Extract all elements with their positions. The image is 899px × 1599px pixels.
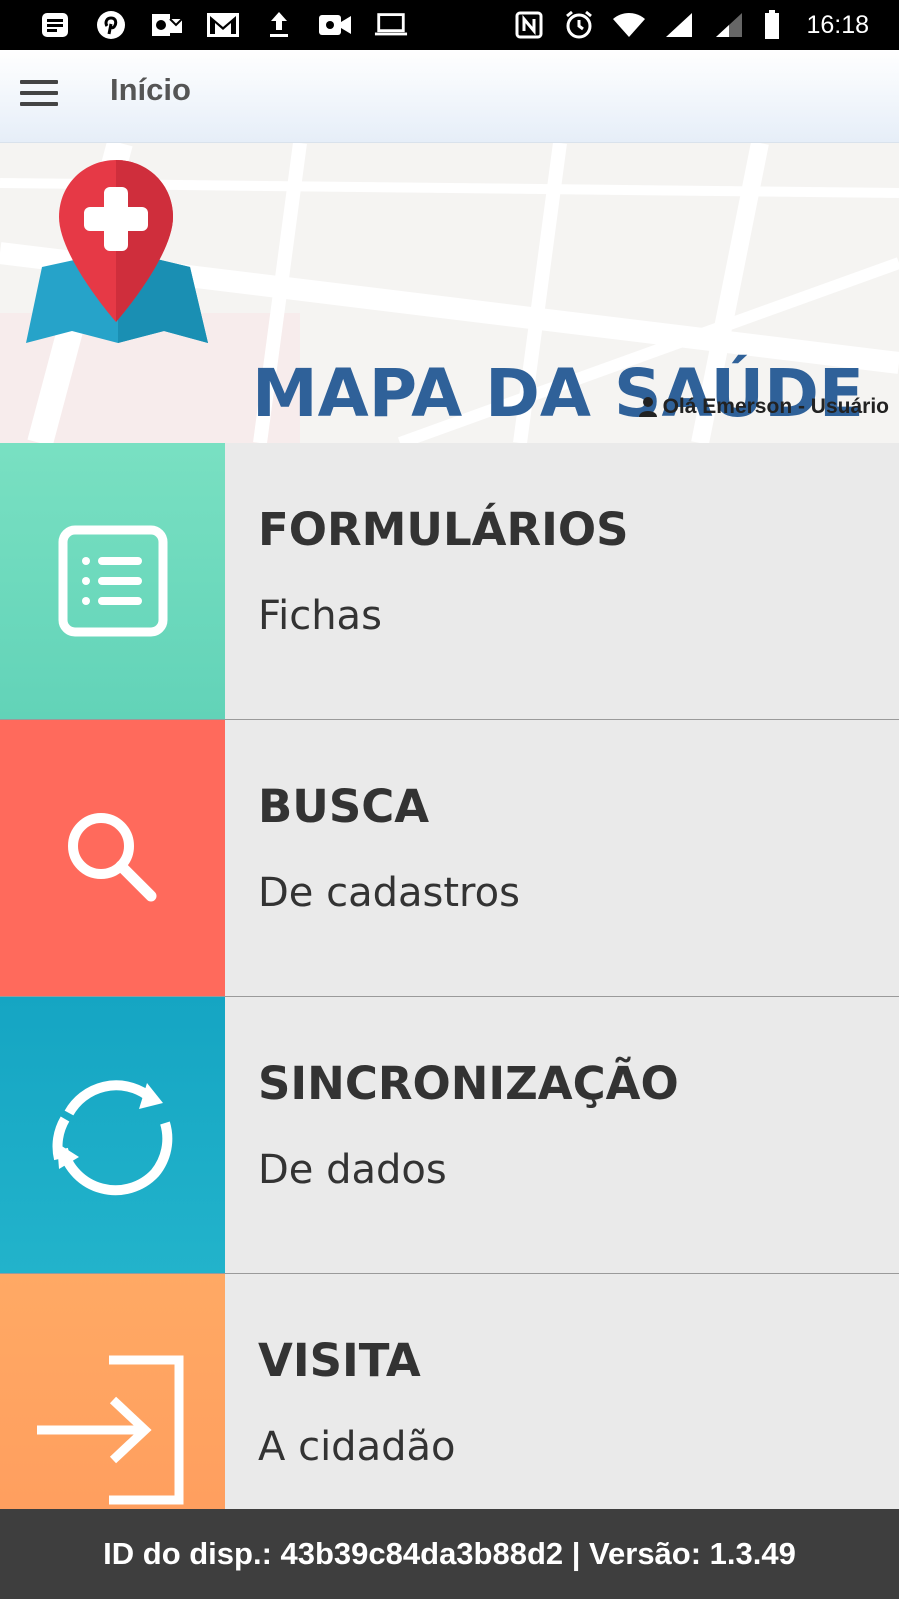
nfc-icon (512, 10, 546, 40)
page-title: Início (110, 72, 191, 107)
sign-in-icon (36, 1355, 183, 1504)
laptop-icon (374, 10, 408, 40)
header-banner: MAPA DA SAÚDE Olá Emerson - Usuário (0, 143, 899, 443)
sync-icon (52, 1080, 172, 1196)
menu-item-subtitle: A cidadão (258, 1424, 456, 1470)
map-pin-cross-icon (26, 160, 208, 343)
menu-item-title: SINCRONIZAÇÃO (258, 1057, 679, 1110)
device-info-footer: ID do disp.: 43b39c84da3b88d2 | Versão: … (0, 1509, 899, 1599)
video-icon (318, 10, 352, 40)
tile-icon-bg (0, 443, 225, 719)
battery-icon (762, 10, 782, 40)
pinterest-icon (94, 10, 128, 40)
menu-item-title: FORMULÁRIOS (258, 503, 629, 556)
form-list-icon (58, 525, 167, 637)
gmail-icon (206, 10, 240, 40)
menu-item-subtitle: Fichas (258, 593, 382, 639)
tile-icon-bg (0, 1274, 225, 1545)
user-icon (638, 397, 657, 417)
menu-item-busca[interactable]: BUSCA De cadastros (0, 720, 899, 997)
search-icon (67, 813, 156, 902)
status-bar: 16:18 (0, 0, 899, 50)
menu-item-title: VISITA (258, 1334, 421, 1387)
user-greeting: Olá Emerson - Usuário (638, 395, 889, 419)
wifi-icon (612, 10, 646, 40)
menu-item-subtitle: De cadastros (258, 870, 520, 916)
menu-item-subtitle: De dados (258, 1147, 447, 1193)
app-bar: Início (0, 50, 899, 143)
tile-icon-bg (0, 997, 225, 1273)
signal-icon (662, 10, 696, 40)
main-menu: FORMULÁRIOS Fichas BUSCA De cadastros SI… (0, 443, 899, 1545)
menu-item-visita[interactable]: VISITA A cidadão (0, 1274, 899, 1545)
user-greeting-text: Olá Emerson - Usuário (662, 395, 889, 418)
upload-icon (262, 10, 296, 40)
notes-icon (38, 10, 72, 40)
alarm-icon (562, 10, 596, 40)
device-info-text: ID do disp.: 43b39c84da3b88d2 | Versão: … (103, 1536, 796, 1571)
outlook-icon (150, 10, 184, 40)
clock: 16:18 (806, 10, 869, 39)
menu-item-title: BUSCA (258, 780, 430, 833)
app-logo-title: MAPA DA SAÚDE (252, 355, 865, 432)
menu-item-sincronizacao[interactable]: SINCRONIZAÇÃO De dados (0, 997, 899, 1274)
hamburger-icon[interactable] (20, 80, 58, 110)
system-icons: 16:18 (512, 10, 869, 40)
tile-icon-bg (0, 720, 225, 996)
signal-weak-icon (712, 10, 746, 40)
notification-icons (38, 10, 408, 40)
menu-item-formularios[interactable]: FORMULÁRIOS Fichas (0, 443, 899, 720)
